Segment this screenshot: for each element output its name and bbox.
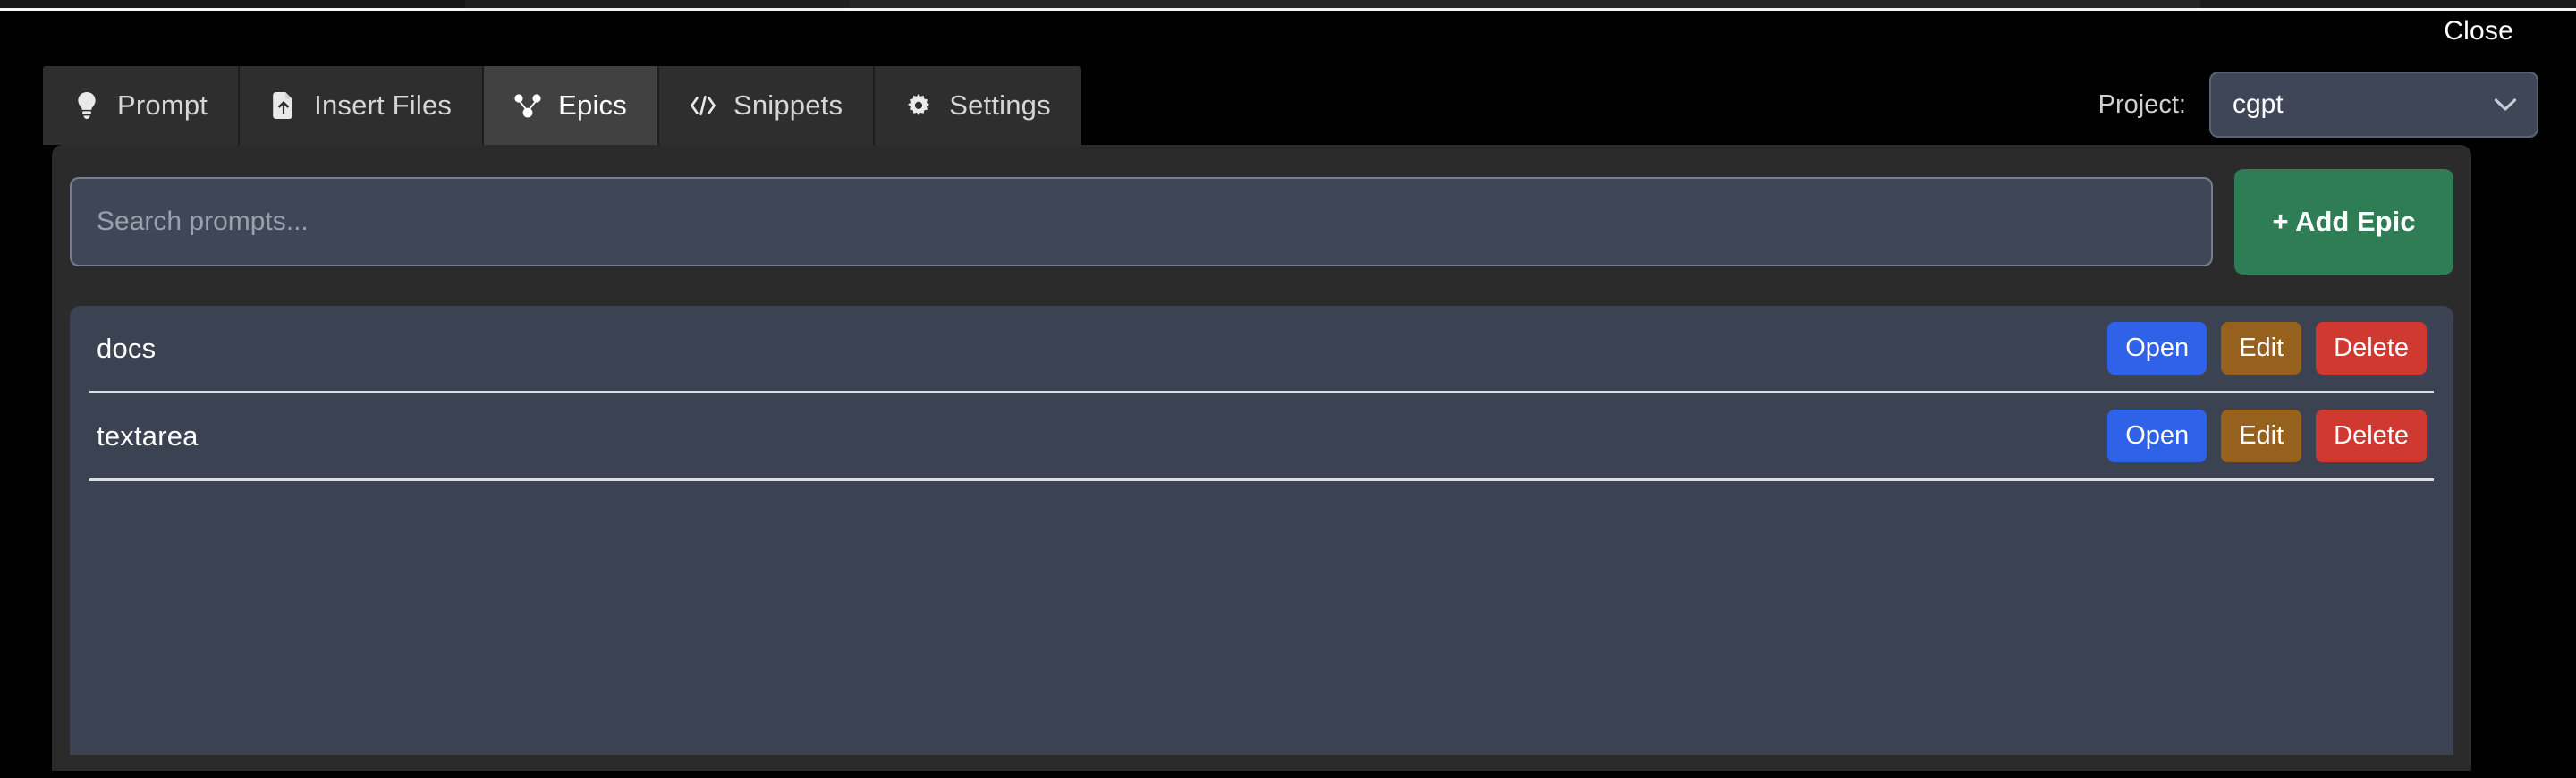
tab-snippets[interactable]: Snippets [658, 66, 876, 145]
edit-button[interactable]: Edit [2221, 322, 2302, 375]
chrome-segment [850, 0, 2200, 8]
epic-name: textarea [97, 419, 199, 452]
sitemap-icon [514, 91, 541, 120]
browser-chrome-strip [0, 0, 2576, 8]
epic-list: docs Open Edit Delete textarea Open Edit… [70, 306, 2453, 755]
edit-button[interactable]: Edit [2221, 410, 2302, 462]
add-epic-button[interactable]: + Add Epic [2234, 169, 2453, 275]
tab-epics[interactable]: Epics [484, 66, 659, 145]
search-input[interactable] [70, 177, 2213, 266]
tab-epics-label: Epics [558, 89, 627, 121]
epic-name: docs [97, 332, 157, 364]
project-label: Project: [2097, 89, 2186, 119]
code-icon [690, 91, 716, 120]
project-select[interactable]: cgpt [2209, 72, 2538, 138]
app-surface: Close Prompt Insert Files Epics Snippets… [0, 11, 2576, 778]
search-row: + Add Epic [70, 165, 2453, 279]
epics-panel: + Add Epic docs Open Edit Delete textare… [52, 145, 2471, 771]
tab-insert-files[interactable]: Insert Files [240, 66, 485, 145]
tab-insert-files-label: Insert Files [314, 89, 453, 121]
lightbulb-icon [73, 91, 100, 120]
table-row[interactable]: textarea Open Edit Delete [89, 393, 2434, 481]
open-button[interactable]: Open [2107, 410, 2207, 462]
delete-button[interactable]: Delete [2316, 410, 2427, 462]
tab-settings[interactable]: Settings [875, 66, 1081, 145]
header-bar: Prompt Insert Files Epics Snippets Setti… [0, 47, 2576, 145]
tab-prompt-label: Prompt [117, 89, 208, 121]
open-button[interactable]: Open [2107, 322, 2207, 375]
chrome-segment [465, 0, 850, 8]
file-upload-icon [270, 91, 297, 120]
project-select-value: cgpt [2233, 89, 2284, 119]
gear-icon [905, 91, 932, 120]
delete-button[interactable]: Delete [2316, 322, 2427, 375]
project-selector-group: Project: cgpt [2098, 72, 2538, 138]
chrome-segment [2200, 0, 2576, 8]
row-actions: Open Edit Delete [2107, 322, 2434, 375]
tab-prompt[interactable]: Prompt [43, 66, 241, 145]
row-actions: Open Edit Delete [2107, 410, 2434, 462]
close-button[interactable]: Close [2444, 16, 2513, 47]
tab-settings-label: Settings [949, 89, 1051, 121]
table-row[interactable]: docs Open Edit Delete [89, 306, 2434, 393]
chevron-down-icon [2494, 93, 2517, 116]
tab-bar: Prompt Insert Files Epics Snippets Setti… [43, 66, 1081, 145]
chrome-segment [0, 0, 465, 8]
tab-snippets-label: Snippets [733, 89, 843, 121]
